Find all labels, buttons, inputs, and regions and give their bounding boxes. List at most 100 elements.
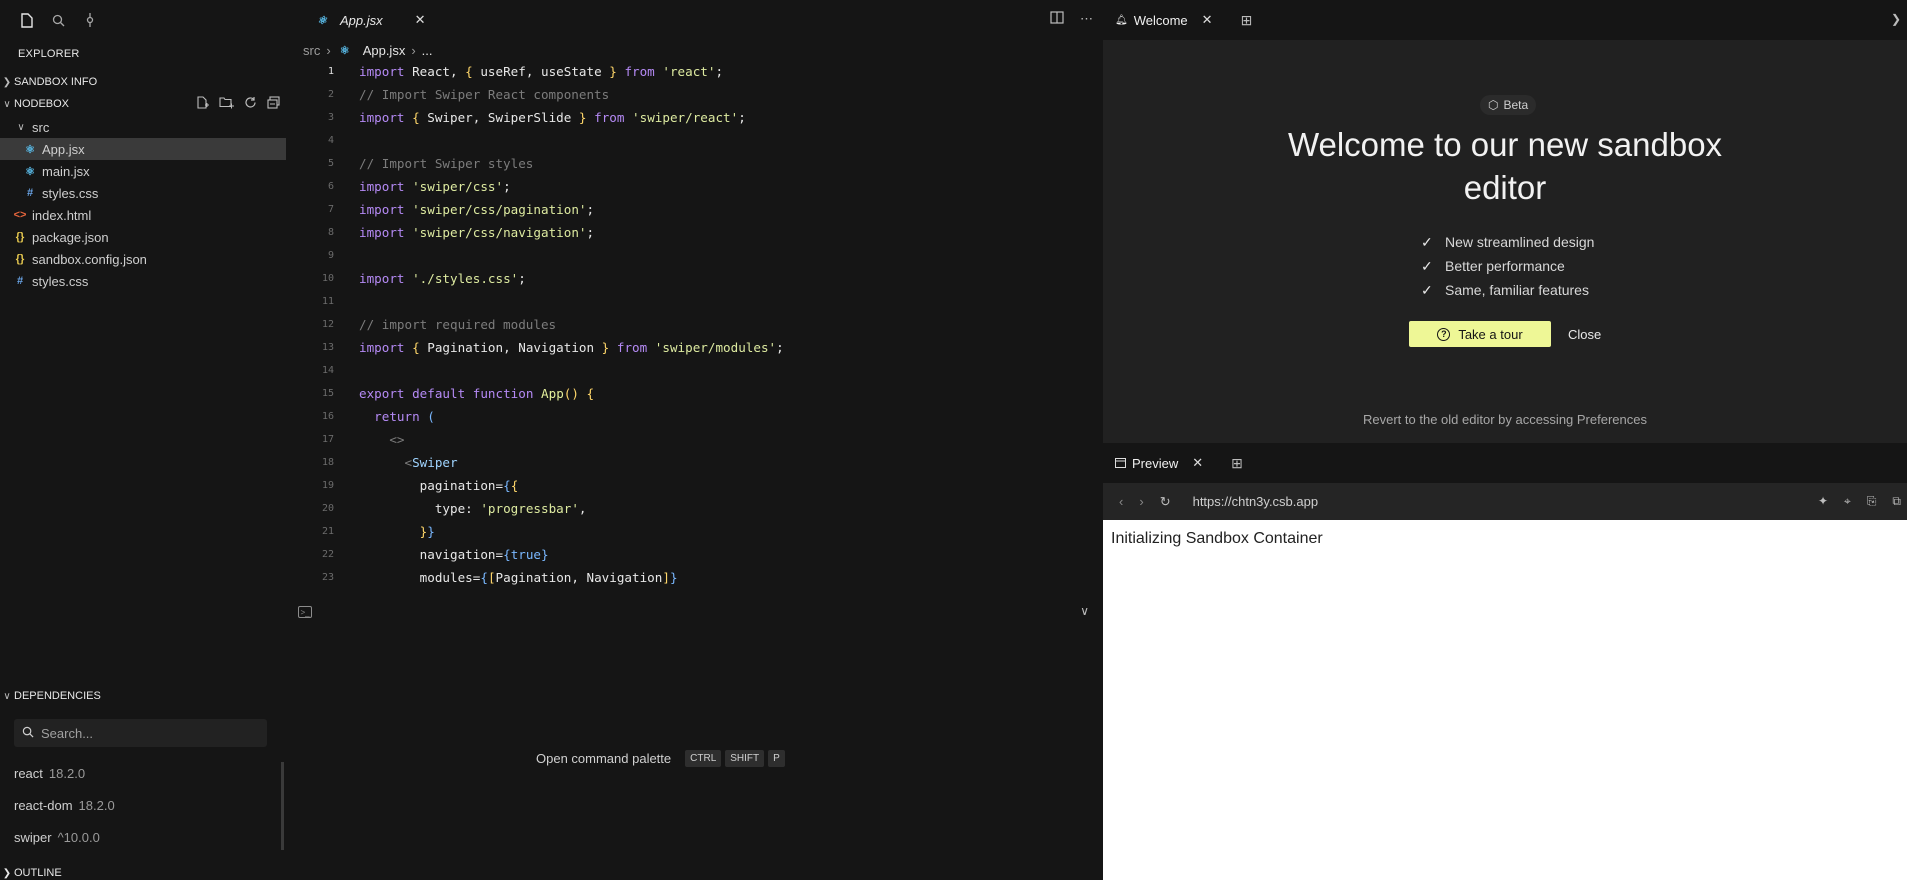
dependency-react[interactable]: react 18.2.0 (14, 766, 85, 781)
tab-preview[interactable]: Preview ✕ ⊞ (1103, 443, 1243, 483)
code-line[interactable]: 9 (286, 244, 1103, 267)
code-line[interactable]: 4 (286, 129, 1103, 152)
file-sandbox-config-json[interactable]: {} sandbox.config.json (0, 248, 286, 270)
add-tab-icon[interactable]: ⊞ (1241, 12, 1253, 29)
collapse-all-icon[interactable] (267, 96, 280, 112)
file-label: styles.css (32, 273, 89, 289)
code-text: type: 'progressbar', (359, 501, 587, 516)
code-line[interactable]: 8 import 'swiper/css/navigation'; (286, 221, 1103, 244)
code-text: navigation={true} (419, 547, 549, 562)
dependency-swiper[interactable]: swiper ^10.0.0 (14, 830, 100, 845)
chevron-down-icon: ∨ (17, 121, 25, 133)
terminal-icon[interactable]: ⎘ (1867, 494, 1877, 509)
react-icon: ⚛ (339, 44, 350, 57)
close-welcome-button[interactable]: Close (1568, 321, 1601, 347)
chevron-right-icon: ❯ (2, 867, 12, 879)
terminal-icon[interactable]: >_ (298, 606, 312, 618)
dependencies-section[interactable]: ∨ DEPENDENCIES (0, 685, 100, 707)
editor-bottom-bar: >_ ∨ (286, 604, 1103, 628)
file-index-html[interactable]: <> index.html (0, 204, 286, 226)
code-line[interactable]: 5 // Import Swiper styles (286, 152, 1103, 175)
code-line[interactable]: 23 modules={[Pagination, Navigation]} (286, 566, 1103, 589)
reload-icon[interactable]: ↻ (1160, 494, 1171, 510)
code-line[interactable]: 13 import { Pagination, Navigation } from… (286, 336, 1103, 359)
breadcrumb-item[interactable]: App.jsx (363, 43, 406, 58)
add-tab-icon[interactable]: ⊞ (1231, 455, 1243, 472)
chevron-down-icon[interactable]: ∨ (1080, 604, 1089, 618)
file-package-json[interactable]: {} package.json (0, 226, 286, 248)
code-line[interactable]: 14 (286, 359, 1103, 382)
feature-label: New streamlined design (1445, 234, 1595, 250)
breadcrumb-item[interactable]: src (303, 43, 320, 58)
new-folder-icon[interactable] (219, 96, 234, 112)
file-styles-css[interactable]: # styles.css (0, 182, 286, 204)
tab-app-jsx[interactable]: ⚛ App.jsx ✕ (300, 0, 440, 40)
code-line[interactable]: 1 import React, { useRef, useState } from… (286, 60, 1103, 83)
file-label: styles.css (42, 185, 99, 201)
outline-label: OUTLINE (14, 867, 62, 879)
close-icon[interactable]: ✕ (1192, 455, 1203, 471)
code-line[interactable]: 19 pagination={{ (286, 474, 1103, 497)
forward-icon[interactable]: › (1139, 494, 1143, 510)
url-field[interactable]: https://chtn3y.csb.app (1193, 494, 1319, 509)
line-number: 13 (321, 342, 334, 353)
preview-url-bar: ‹ › ↻ https://chtn3y.csb.app ✦ ⌖ ⎘ ⧉ (1103, 483, 1907, 520)
code-line[interactable]: 17 <> (286, 428, 1103, 451)
code-line[interactable]: 3 import { Swiper, SwiperSlide } from 'sw… (286, 106, 1103, 129)
nodebox-section[interactable]: ∨ NODEBOX (0, 93, 286, 115)
open-window-icon[interactable]: ⧉ (1892, 494, 1901, 509)
line-number: 12 (321, 319, 334, 330)
folder-src[interactable]: ∨ src (0, 116, 286, 138)
code-line[interactable]: 7 import 'swiper/css/pagination'; (286, 198, 1103, 221)
sparkle-icon[interactable]: ✦ (1818, 494, 1828, 509)
chevron-right-icon[interactable]: ❯ (1891, 12, 1901, 26)
code-line[interactable]: 12 // import required modules (286, 313, 1103, 336)
code-line[interactable]: 22 navigation={true} (286, 543, 1103, 566)
dependency-name: react-dom (14, 798, 73, 813)
outline-section[interactable]: ❯ OUTLINE (0, 864, 62, 880)
dependencies-scrollbar[interactable] (281, 762, 284, 850)
git-commit-icon[interactable] (80, 10, 100, 30)
code-line[interactable]: 10 import './styles.css'; (286, 267, 1103, 290)
dependency-react-dom[interactable]: react-dom 18.2.0 (14, 798, 115, 813)
preview-frame[interactable]: Initializing Sandbox Container (1103, 520, 1907, 880)
code-line[interactable]: 11 (286, 290, 1103, 313)
take-tour-button[interactable]: ? Take a tour (1409, 321, 1551, 347)
file-root-styles-css[interactable]: # styles.css (0, 270, 286, 292)
code-line[interactable]: 21 }} (286, 520, 1103, 543)
file-main-jsx[interactable]: ⚛ main.jsx (0, 160, 286, 182)
app-root: EXPLORER ❯ SANDBOX INFO ∨ NODEBOX ∨ src … (0, 0, 1907, 880)
close-icon[interactable]: ✕ (1202, 12, 1213, 28)
feature-list: ✓ New streamlined design ✓ Better performa… (1421, 230, 1594, 302)
code-text: import 'swiper/css/navigation'; (359, 225, 595, 240)
code-line[interactable]: 18 <Swiper (286, 451, 1103, 474)
search-icon[interactable] (48, 10, 68, 30)
line-number: 4 (327, 135, 334, 146)
code-line[interactable]: 15 export default function App() { (286, 382, 1103, 405)
code-editor[interactable]: 1 import React, { useRef, useState } from… (286, 60, 1103, 594)
feature-label: Better performance (1445, 258, 1565, 274)
split-editor-icon[interactable] (1050, 11, 1064, 27)
new-file-icon[interactable] (196, 96, 209, 112)
file-app-jsx[interactable]: ⚛ App.jsx (0, 138, 286, 160)
close-icon[interactable]: ✕ (415, 12, 426, 28)
line-number: 22 (321, 549, 334, 560)
refresh-icon[interactable] (244, 96, 257, 112)
code-line[interactable]: 20 type: 'progressbar', (286, 497, 1103, 520)
breadcrumb-item[interactable]: ... (422, 43, 433, 58)
code-line[interactable]: 6 import 'swiper/css'; (286, 175, 1103, 198)
code-line[interactable]: 2 // Import Swiper React components (286, 83, 1103, 106)
crosshair-icon[interactable]: ⌖ (1844, 494, 1851, 509)
chevron-right-icon: › (411, 42, 416, 58)
dependency-name: swiper (14, 830, 52, 845)
dependency-search-input[interactable] (41, 725, 251, 741)
hash-icon: # (16, 275, 24, 287)
line-number: 5 (327, 158, 334, 169)
back-icon[interactable]: ‹ (1119, 494, 1123, 510)
code-line[interactable]: 16 return ( (286, 405, 1103, 428)
tab-label: Preview (1132, 455, 1179, 471)
files-icon[interactable] (16, 10, 36, 30)
more-icon[interactable]: ⋯ (1080, 11, 1093, 27)
sandbox-info-section[interactable]: ❯ SANDBOX INFO (0, 71, 286, 93)
tab-welcome[interactable]: 🔔︎ Welcome ✕ ⊞ (1103, 0, 1252, 40)
